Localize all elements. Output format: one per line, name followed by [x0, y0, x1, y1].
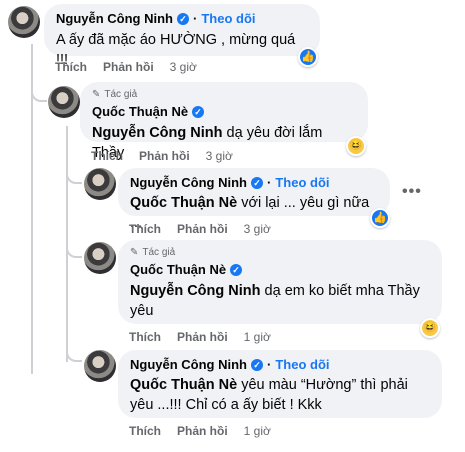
- comment-bubble: ✎ Tác giả Quốc Thuận Nè ✓ Nguyễn Công Ni…: [80, 82, 368, 161]
- thread-connector-4: [66, 342, 82, 362]
- verified-check-icon: ✓: [192, 106, 205, 118]
- avatar[interactable]: [48, 86, 80, 118]
- comment-bubble: Nguyễn Công Ninh ✓ · Theo dõi A ấy đã mặ…: [44, 4, 320, 68]
- author-badge: Tác giả: [104, 89, 138, 100]
- laughing-face-icon[interactable]: 😆: [420, 318, 440, 338]
- comment-timestamp[interactable]: 3 giờ: [244, 222, 271, 236]
- avatar[interactable]: [84, 350, 116, 382]
- reply-link[interactable]: Phản hồi: [177, 424, 228, 438]
- mention-link[interactable]: Quốc Thuận Nè: [130, 377, 237, 393]
- pencil-icon: ✎: [92, 89, 101, 100]
- more-options-icon[interactable]: •••: [402, 183, 422, 201]
- reply-link[interactable]: Phản hồi: [103, 60, 154, 74]
- like-link[interactable]: Thích: [129, 222, 161, 236]
- comment-actions: Thích Phản hồi 1 giờ: [129, 424, 271, 438]
- comment-timestamp[interactable]: 3 giờ: [170, 60, 197, 74]
- thumbs-up-icon[interactable]: 👍: [298, 47, 318, 67]
- comment-author[interactable]: Quốc Thuận Nè: [92, 104, 188, 120]
- comment-bubble: Nguyễn Công Ninh ✓ · Theo dõi Quốc Thuận…: [118, 168, 390, 231]
- follow-link[interactable]: Theo dõi: [201, 11, 255, 27]
- verified-check-icon: ✓: [251, 359, 263, 371]
- like-link[interactable]: Thích: [129, 424, 161, 438]
- reply-link[interactable]: Phản hồi: [177, 330, 228, 344]
- separator-dot: ·: [193, 11, 198, 26]
- avatar[interactable]: [8, 6, 40, 38]
- comment-author[interactable]: Nguyễn Công Ninh: [56, 11, 173, 27]
- avatar[interactable]: [84, 168, 116, 200]
- reply-link[interactable]: Phản hồi: [139, 149, 190, 163]
- comment-actions: Thích Phản hồi 1 giờ: [129, 330, 271, 344]
- verified-check-icon: ✓: [230, 264, 243, 276]
- thread-connector-2: [66, 164, 82, 184]
- comment-bubble: Nguyễn Công Ninh ✓ · Theo dõi Quốc Thuận…: [118, 350, 442, 418]
- thread-connector-1: [31, 82, 47, 102]
- mention-link[interactable]: Nguyễn Công Ninh: [92, 125, 223, 141]
- thumbs-up-icon[interactable]: 👍: [370, 208, 390, 228]
- laughing-face-icon[interactable]: 😆: [346, 136, 366, 156]
- comment-actions: Thích Phản hồi 3 giờ: [129, 222, 271, 236]
- comment-bubble: ✎ Tác giả Quốc Thuận Nè ✓ Nguyễn Công Ni…: [118, 240, 442, 324]
- like-link[interactable]: Thích: [55, 60, 87, 74]
- comment-timestamp[interactable]: 1 giờ: [244, 424, 271, 438]
- comment-text-line1: dạ em ko biết mha Thầy: [264, 283, 420, 299]
- mention-link[interactable]: Quốc Thuận Nè: [130, 195, 237, 211]
- reply-link[interactable]: Phản hồi: [177, 222, 228, 236]
- author-badge: Tác giả: [142, 247, 176, 258]
- separator-dot: ·: [267, 175, 272, 190]
- comment-actions: Thích Phản hồi 3 giờ: [55, 60, 197, 74]
- like-link[interactable]: Thích: [91, 149, 123, 163]
- comment-timestamp[interactable]: 1 giờ: [244, 330, 271, 344]
- comment-text-line2: yêu: [130, 303, 154, 319]
- comment-author[interactable]: Nguyễn Công Ninh: [130, 175, 247, 191]
- pencil-icon: ✎: [130, 247, 139, 258]
- follow-link[interactable]: Theo dõi: [275, 175, 329, 191]
- verified-check-icon: ✓: [177, 13, 189, 25]
- follow-link[interactable]: Theo dõi: [275, 357, 329, 373]
- separator-dot: ·: [267, 357, 272, 372]
- thread-connector-3: [66, 238, 82, 258]
- comment-text-line2: yêu ...!!! Chỉ có a ấy biết ! Kkk: [130, 397, 322, 413]
- mention-link[interactable]: Nguyễn Công Ninh: [130, 283, 261, 299]
- comment-author[interactable]: Nguyễn Công Ninh: [130, 357, 247, 373]
- comment-actions: Thích Phản hồi 3 giờ: [91, 149, 233, 163]
- comment-author[interactable]: Quốc Thuận Nè: [130, 262, 226, 278]
- verified-check-icon: ✓: [251, 177, 263, 189]
- like-link[interactable]: Thích: [129, 330, 161, 344]
- comment-timestamp[interactable]: 3 giờ: [206, 149, 233, 163]
- comment-text-line1: yêu màu “Hường” thì phải: [241, 377, 408, 393]
- avatar[interactable]: [84, 242, 116, 274]
